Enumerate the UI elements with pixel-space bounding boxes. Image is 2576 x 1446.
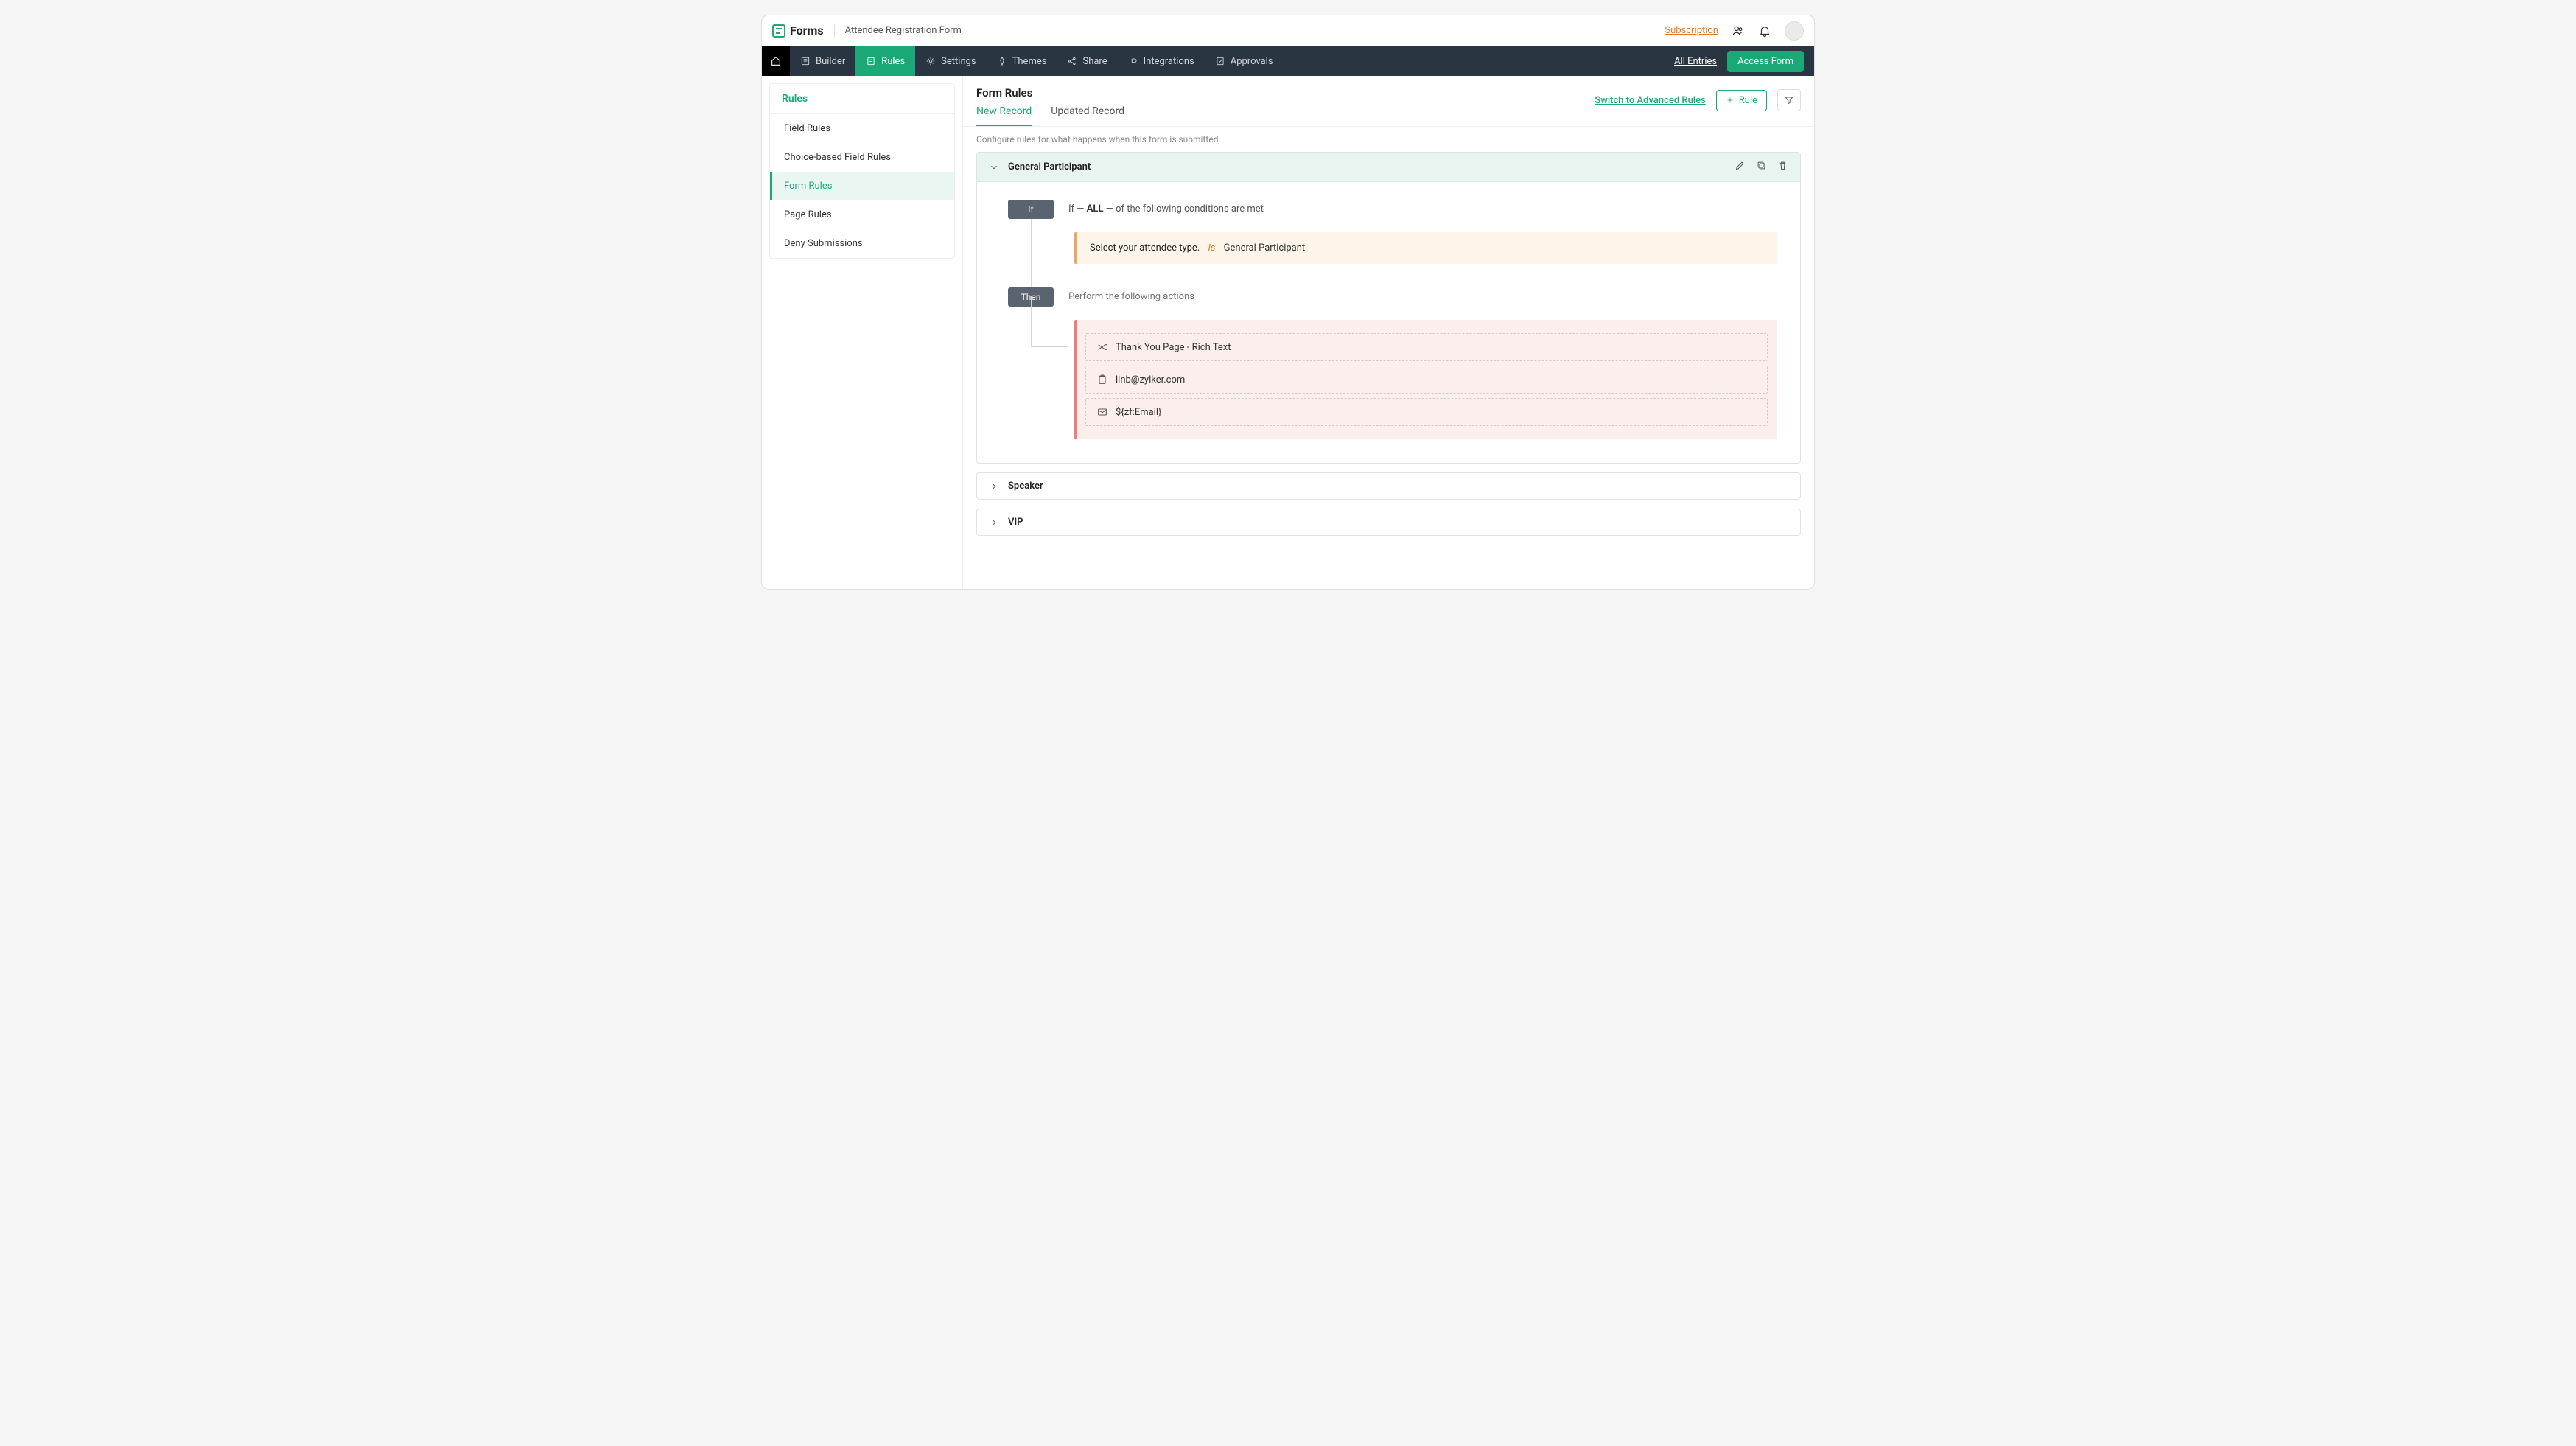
chevron-right-icon: [989, 517, 999, 528]
action-text: linb@zylker.com: [1116, 374, 1185, 385]
rules-area: General Participant If: [963, 152, 1814, 559]
divider: [834, 24, 835, 38]
body: Rules Field Rules Choice-based Field Rul…: [762, 76, 1814, 589]
nav-approvals[interactable]: Approvals: [1205, 46, 1284, 76]
rule-card-general: General Participant If: [976, 152, 1801, 464]
plus-icon: [1726, 96, 1735, 105]
then-row: Then Perform the following actions: [1008, 287, 1777, 307]
rule-name: Speaker: [1008, 481, 1043, 492]
sidebar-item-form-rules[interactable]: Form Rules: [770, 172, 954, 200]
all-entries-link[interactable]: All Entries: [1674, 56, 1717, 67]
actions-box: Thank You Page - Rich Text linb@zylker.c…: [1074, 320, 1777, 439]
connector-v2: [1031, 296, 1032, 346]
forms-logo-icon: [772, 24, 785, 38]
rule-header[interactable]: Speaker: [977, 473, 1800, 499]
if-bold: ALL: [1087, 203, 1104, 214]
rule-card-speaker: Speaker: [976, 472, 1801, 500]
duplicate-icon[interactable]: [1756, 160, 1767, 174]
chevron-down-icon: [989, 162, 999, 172]
add-rule-button[interactable]: Rule: [1716, 90, 1767, 111]
rule-card-vip: VIP: [976, 509, 1801, 536]
sidebar-item-choice-rules[interactable]: Choice-based Field Rules: [770, 143, 954, 172]
sidebar-item-field-rules[interactable]: Field Rules: [770, 114, 954, 143]
notifications-icon[interactable]: [1758, 24, 1771, 38]
rule-header[interactable]: General Participant: [977, 153, 1800, 182]
rule-name: VIP: [1008, 517, 1023, 528]
chevron-right-icon: [989, 481, 999, 492]
subscription-link[interactable]: Subscription: [1665, 25, 1718, 36]
nav-label: Rules: [881, 56, 905, 67]
nav-integrations[interactable]: Integrations: [1118, 46, 1205, 76]
advanced-rules-link[interactable]: Switch to Advanced Rules: [1595, 95, 1705, 106]
rule-name: General Participant: [1008, 161, 1091, 172]
action-text: ${zf:Email}: [1116, 407, 1161, 418]
delete-icon[interactable]: [1777, 160, 1788, 174]
condition-value: General Participant: [1224, 242, 1306, 254]
if-post: — of the following conditions are met: [1103, 203, 1263, 214]
main-header-left: Form Rules New Record Updated Record: [976, 86, 1124, 126]
collaborators-icon[interactable]: [1732, 24, 1745, 38]
flow: If If — ALL — of the following condition…: [1008, 200, 1777, 439]
nav-settings[interactable]: Settings: [915, 46, 986, 76]
rule-actions: [1735, 160, 1788, 174]
tabs: New Record Updated Record: [976, 105, 1124, 126]
sidebar-item-page-rules[interactable]: Page Rules: [770, 200, 954, 229]
sidebar-card: Rules Field Rules Choice-based Field Rul…: [769, 83, 955, 259]
navbar: Builder Rules Settings Themes Share Inte…: [762, 46, 1814, 76]
avatar[interactable]: [1785, 21, 1804, 41]
nav-themes[interactable]: Themes: [987, 46, 1057, 76]
page-subtext: Configure rules for what happens when th…: [963, 127, 1814, 152]
rule-header[interactable]: VIP: [977, 509, 1800, 535]
nav-rules[interactable]: Rules: [855, 46, 915, 76]
main-header: Form Rules New Record Updated Record Swi…: [963, 76, 1814, 127]
brand[interactable]: Forms: [772, 24, 824, 38]
filter-button[interactable]: [1777, 89, 1801, 111]
rule-body: If If — ALL — of the following condition…: [977, 182, 1800, 463]
main-header-right: Switch to Advanced Rules Rule: [1595, 86, 1801, 111]
form-name[interactable]: Attendee Registration Form: [845, 25, 962, 36]
then-description: Perform the following actions: [1068, 287, 1194, 302]
nav-builder[interactable]: Builder: [790, 46, 855, 76]
add-rule-label: Rule: [1739, 95, 1757, 106]
sidebar-item-deny-submissions[interactable]: Deny Submissions: [770, 229, 954, 258]
nav-label: Settings: [941, 56, 976, 67]
main: Form Rules New Record Updated Record Swi…: [962, 76, 1814, 589]
nav-right: All Entries Access Form: [1674, 51, 1814, 72]
connector-h: [1031, 346, 1068, 347]
if-row: If If — ALL — of the following condition…: [1008, 200, 1777, 219]
action-text: Thank You Page - Rich Text: [1116, 342, 1231, 353]
nav-home[interactable]: [762, 46, 790, 76]
action-item-redirect: Thank You Page - Rich Text: [1085, 333, 1768, 361]
condition-box: Select your attendee type. Is General Pa…: [1074, 232, 1777, 264]
if-node: If: [1008, 200, 1054, 219]
action-item-email1: linb@zylker.com: [1085, 366, 1768, 394]
sidebar: Rules Field Rules Choice-based Field Rul…: [762, 76, 962, 589]
nav-label: Share: [1082, 56, 1107, 67]
sidebar-title: Rules: [770, 84, 954, 114]
brand-name: Forms: [790, 24, 824, 38]
edit-icon[interactable]: [1735, 160, 1746, 174]
tab-updated-record[interactable]: Updated Record: [1051, 105, 1124, 126]
nav-share[interactable]: Share: [1057, 46, 1117, 76]
redirect-icon: [1096, 341, 1108, 353]
topbar: Forms Attendee Registration Form Subscri…: [762, 15, 1814, 46]
access-form-button[interactable]: Access Form: [1727, 51, 1804, 72]
topbar-right: Subscription: [1665, 21, 1804, 41]
filter-icon: [1784, 95, 1794, 105]
app-frame: Forms Attendee Registration Form Subscri…: [761, 15, 1815, 590]
page-title: Form Rules: [976, 86, 1124, 99]
if-pre: If —: [1068, 203, 1087, 214]
nav-label: Integrations: [1144, 56, 1194, 67]
mail-icon: [1096, 406, 1108, 418]
tab-new-record[interactable]: New Record: [976, 105, 1032, 126]
condition-field: Select your attendee type.: [1090, 242, 1200, 254]
nav-label: Approvals: [1231, 56, 1273, 67]
clipboard-icon: [1096, 374, 1108, 385]
nav-label: Builder: [816, 56, 845, 67]
action-item-email2: ${zf:Email}: [1085, 398, 1768, 426]
if-description: If — ALL — of the following conditions a…: [1068, 200, 1264, 214]
nav-label: Themes: [1012, 56, 1047, 67]
condition-op: Is: [1208, 242, 1215, 254]
